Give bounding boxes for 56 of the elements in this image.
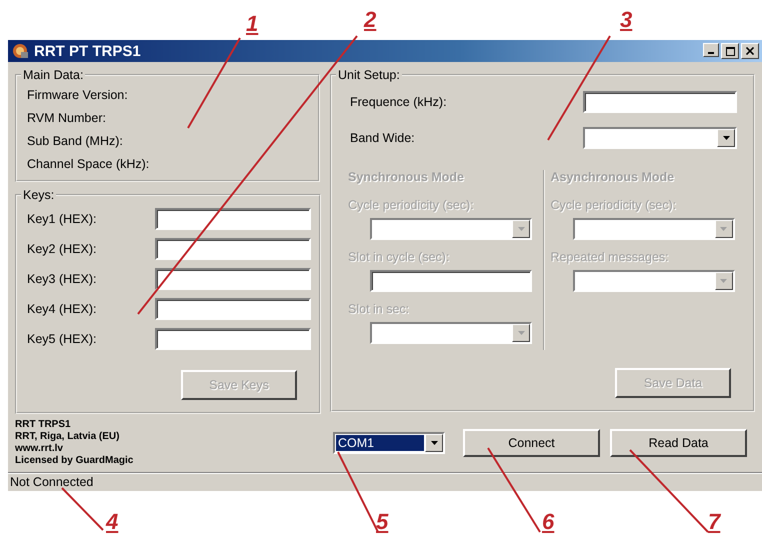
caret-icon [720, 279, 727, 283]
field-label: Channel Space (kHz): [27, 156, 150, 173]
credit-text: www.rrt.lv [15, 443, 64, 455]
field-label: Key3 (HEX): [27, 272, 98, 286]
status-bar: Not Connected [8, 472, 762, 491]
callout-number: 6 [541, 510, 556, 534]
credit-text: RRT TRPS1 [15, 419, 72, 431]
button[interactable]: Connect [463, 429, 600, 457]
input-field[interactable] [370, 270, 532, 292]
caret-icon [722, 136, 730, 140]
dropdown[interactable] [370, 322, 532, 344]
callout-number: 4 [104, 510, 120, 534]
port-dropdown[interactable]: COM1 [333, 432, 445, 454]
window-title: RRT PT TRPS1 [34, 42, 142, 60]
input-field[interactable] [583, 91, 737, 113]
callout-number: 2 [362, 8, 378, 32]
input-field[interactable] [155, 298, 311, 320]
caret-icon [720, 227, 727, 231]
field-label: Key4 (HEX): [27, 302, 98, 316]
input-field[interactable] [155, 328, 311, 350]
callout-number: 7 [707, 510, 722, 534]
group-label: Unit Setup: [337, 68, 401, 82]
field-label: Sub Band (MHz): [27, 133, 124, 150]
minimize-button[interactable] [703, 43, 719, 57]
caret-icon [430, 441, 438, 445]
dropdown[interactable] [572, 218, 734, 240]
field-label: Band Wide: [349, 131, 415, 145]
leader-line [61, 487, 104, 531]
app-icon [12, 43, 28, 59]
field-label: Key1 (HEX): [27, 212, 98, 226]
field-label: RVM Number: [27, 110, 107, 127]
input-field[interactable] [155, 268, 311, 290]
dropdown[interactable] [572, 270, 734, 292]
field-label: Key2 (HEX): [27, 242, 98, 256]
caret-icon [518, 227, 524, 231]
field-label: Frequence (kHz): [349, 95, 447, 109]
dropdown[interactable] [370, 218, 532, 240]
minimize-icon [708, 52, 714, 54]
callout-number: 1 [245, 12, 260, 36]
caret-icon [518, 331, 524, 335]
field-label: Key5 (HEX): [27, 332, 98, 346]
group-label: Keys: [22, 188, 56, 202]
group-label: Main Data: [22, 68, 84, 82]
credit-text: Licensed by GuardMagic [15, 455, 134, 467]
input-field[interactable] [155, 208, 311, 230]
credit-text: RRT, Riga, Latvia (EU) [15, 431, 120, 443]
field-label: Firmware Version: [27, 87, 129, 104]
button[interactable]: Read Data [610, 429, 747, 457]
close-button[interactable] [741, 43, 759, 59]
dropdown[interactable] [583, 127, 737, 149]
input-field[interactable] [155, 238, 311, 260]
callout-number: 5 [375, 510, 390, 534]
close-icon [746, 47, 754, 55]
maximize-button[interactable] [721, 43, 739, 59]
callout-number: 3 [619, 8, 634, 32]
maximize-icon [726, 46, 734, 56]
